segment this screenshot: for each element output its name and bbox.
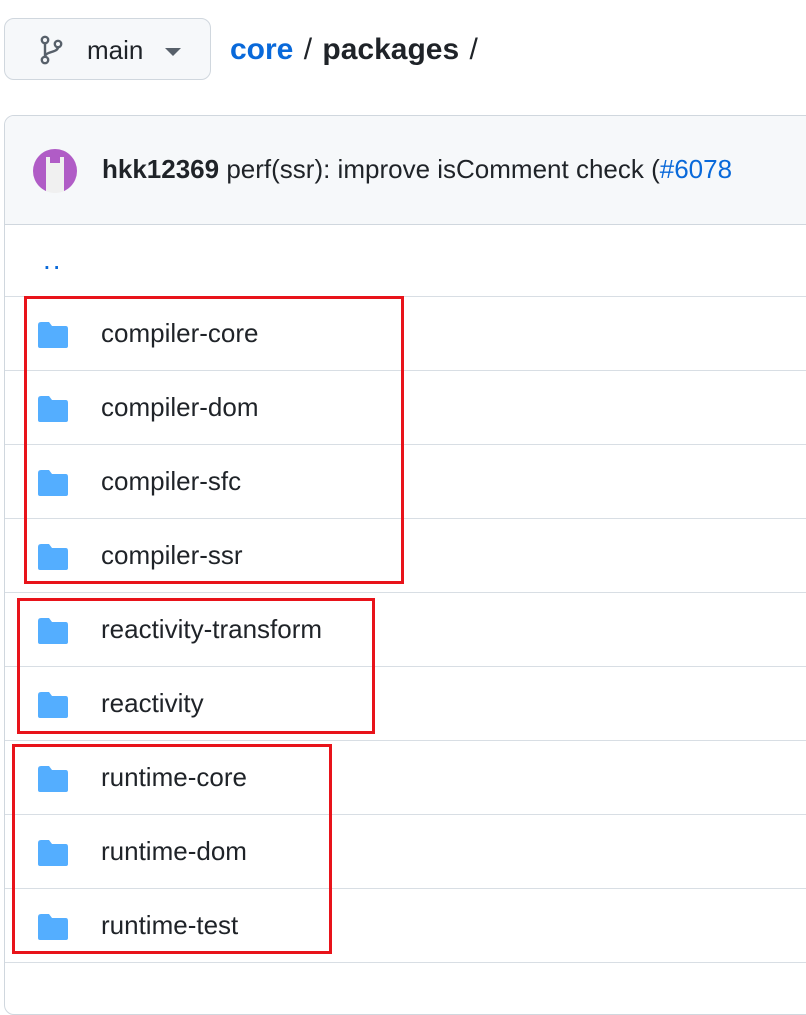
- commit-pr-link[interactable]: #6078: [660, 154, 732, 184]
- folder-icon: [38, 396, 68, 422]
- folder-icon: [38, 618, 68, 644]
- file-row[interactable]: compiler-sfc: [5, 444, 806, 518]
- file-name[interactable]: reactivity-transform: [101, 613, 322, 645]
- breadcrumb-separator: /: [469, 33, 478, 66]
- breadcrumb: core / packages /: [230, 30, 480, 70]
- file-name[interactable]: runtime-dom: [101, 835, 247, 867]
- file-row[interactable]: compiler-core: [5, 296, 806, 370]
- parent-directory-link[interactable]: ..: [43, 244, 63, 276]
- file-name[interactable]: runtime-core: [101, 761, 247, 793]
- file-row[interactable]: runtime-test: [5, 888, 806, 962]
- file-list: hkk12369 perf(ssr): improve isComment ch…: [4, 115, 806, 1015]
- file-name[interactable]: compiler-ssr: [101, 539, 243, 571]
- folder-icon: [38, 840, 68, 866]
- chevron-down-icon: [165, 48, 181, 56]
- folder-icon: [38, 544, 68, 570]
- branch-name: main: [87, 35, 144, 65]
- file-name[interactable]: runtime-test: [101, 909, 238, 941]
- file-row[interactable]: compiler-ssr: [5, 518, 806, 592]
- file-row[interactable]: compiler-dom: [5, 370, 806, 444]
- file-name[interactable]: compiler-sfc: [101, 465, 241, 497]
- file-row: [5, 962, 806, 1014]
- folder-icon: [38, 322, 68, 348]
- branch-selector-button[interactable]: main: [4, 18, 211, 80]
- folder-icon: [38, 766, 68, 792]
- breadcrumb-separator: /: [303, 33, 313, 66]
- git-branch-icon: [40, 35, 63, 65]
- breadcrumb-current-folder: packages: [322, 33, 460, 66]
- commit-message: hkk12369 perf(ssr): improve isComment ch…: [102, 152, 732, 186]
- folder-icon: [38, 692, 68, 718]
- folder-icon: [38, 914, 68, 940]
- file-row[interactable]: reactivity: [5, 666, 806, 740]
- file-name[interactable]: compiler-dom: [101, 391, 259, 423]
- file-row[interactable]: reactivity-transform: [5, 592, 806, 666]
- file-name[interactable]: compiler-core: [101, 317, 259, 349]
- file-name[interactable]: reactivity: [101, 687, 204, 719]
- commit-message-text[interactable]: perf(ssr): improve isComment check (: [219, 154, 659, 184]
- latest-commit-row: hkk12369 perf(ssr): improve isComment ch…: [5, 116, 806, 225]
- file-row[interactable]: runtime-dom: [5, 814, 806, 888]
- file-row[interactable]: runtime-core: [5, 740, 806, 814]
- breadcrumb-repo-link[interactable]: core: [230, 33, 293, 66]
- folder-icon: [38, 470, 68, 496]
- commit-author[interactable]: hkk12369: [102, 154, 219, 184]
- avatar[interactable]: [33, 149, 77, 193]
